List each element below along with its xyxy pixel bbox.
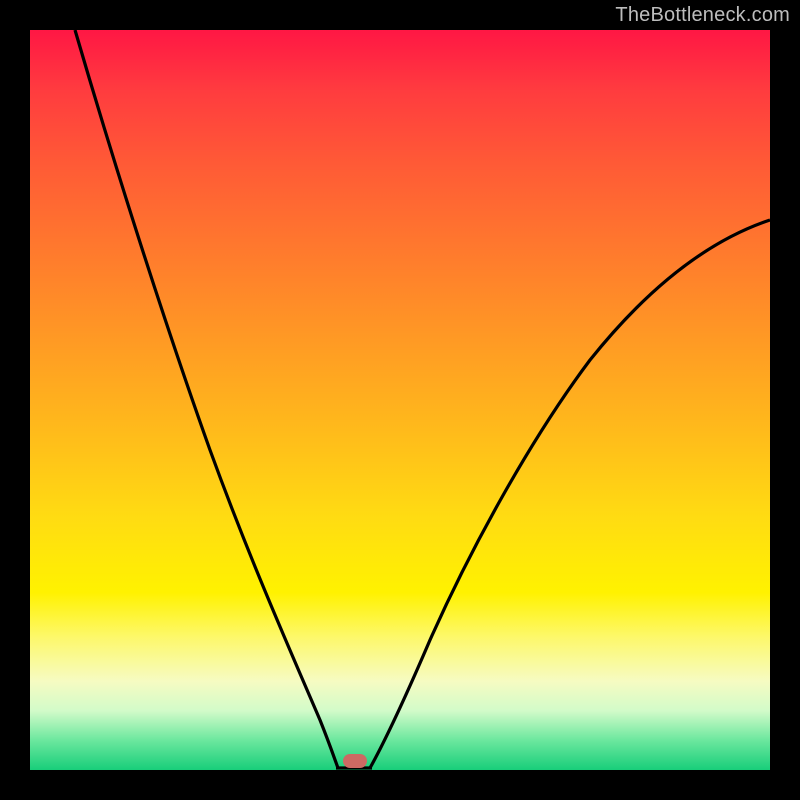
- curve-left-branch: [75, 30, 338, 768]
- bottleneck-curve: [30, 30, 770, 770]
- optimal-marker: [343, 754, 367, 768]
- chart-frame: TheBottleneck.com: [0, 0, 800, 800]
- curve-right-branch: [370, 220, 770, 768]
- watermark-text: TheBottleneck.com: [615, 4, 790, 27]
- plot-area: [30, 30, 770, 770]
